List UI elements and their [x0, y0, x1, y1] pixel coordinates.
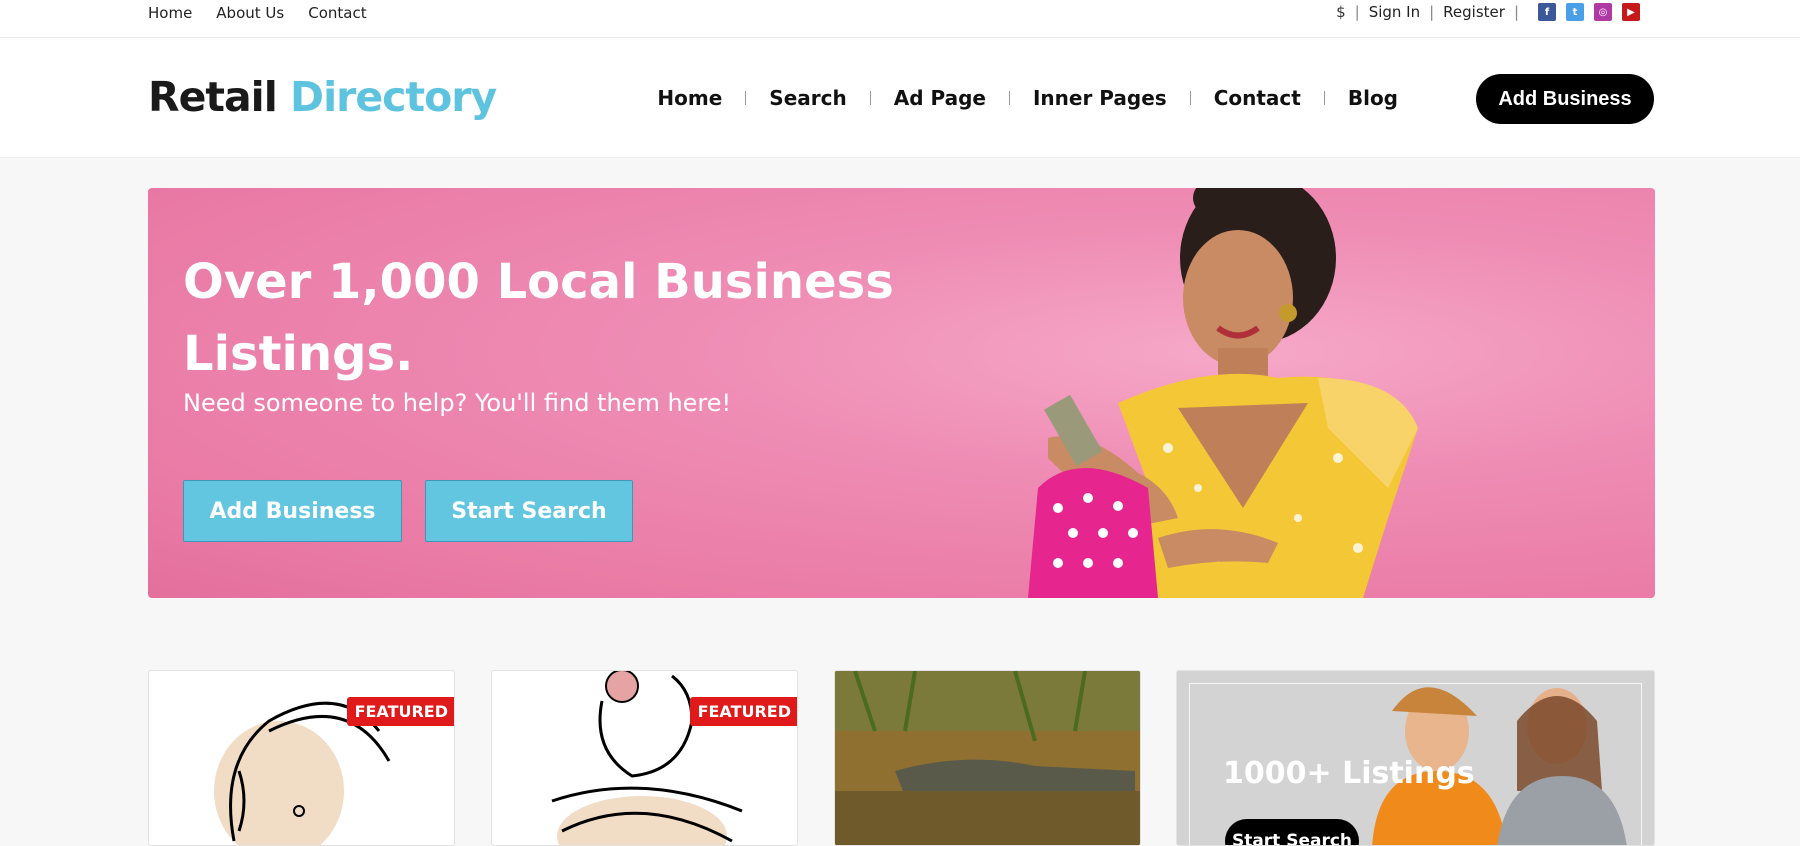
hero-subtitle: Need someone to help? You'll find them h…: [183, 389, 732, 417]
top-link-contact[interactable]: Contact: [308, 4, 366, 22]
site-logo[interactable]: Retail Directory: [148, 73, 497, 121]
nav-divider: [745, 91, 747, 105]
listing-card[interactable]: [834, 670, 1141, 846]
add-business-button[interactable]: Add Business: [1476, 74, 1654, 124]
nav-contact[interactable]: Contact: [1214, 86, 1301, 110]
register-link[interactable]: Register: [1443, 3, 1505, 21]
sign-in-link[interactable]: Sign In: [1369, 3, 1420, 21]
nav-search[interactable]: Search: [769, 86, 846, 110]
instagram-icon[interactable]: ◎: [1594, 3, 1612, 21]
top-links: Home About Us Contact: [148, 4, 367, 22]
currency-selector[interactable]: $: [1336, 3, 1346, 21]
divider: |: [1354, 3, 1360, 21]
promo-card[interactable]: 1000+ Listings Start Search: [1176, 670, 1655, 846]
divider: |: [1513, 3, 1519, 21]
promo-start-search-button[interactable]: Start Search: [1225, 819, 1359, 845]
hero-banner: Over 1,000 Local Business Listings. Need…: [148, 188, 1655, 598]
facebook-icon[interactable]: f: [1538, 3, 1556, 21]
hero-woman-image: [1028, 188, 1418, 598]
crocodile-photo: [835, 671, 1140, 845]
nav-blog[interactable]: Blog: [1348, 86, 1398, 110]
divider: |: [1429, 3, 1435, 21]
top-bar: Home About Us Contact $ | Sign In | Regi…: [0, 0, 1800, 38]
hero-title: Over 1,000 Local Business Listings.: [183, 254, 894, 382]
nav-divider: [869, 91, 871, 105]
nav-ad-page[interactable]: Ad Page: [894, 86, 986, 110]
logo-text-retail: Retail: [148, 73, 278, 121]
featured-badge: FEATURED: [689, 697, 797, 726]
nav-divider: [1008, 91, 1010, 105]
nav-inner-pages[interactable]: Inner Pages: [1033, 86, 1167, 110]
youtube-icon[interactable]: ▶: [1622, 3, 1640, 21]
top-account-area: $ | Sign In | Register | f t ◎ ▶: [1336, 3, 1640, 21]
top-link-home[interactable]: Home: [148, 4, 192, 22]
twitter-icon[interactable]: t: [1566, 3, 1584, 21]
logo-text-directory: Directory: [290, 73, 497, 121]
nav-divider: [1323, 91, 1325, 105]
top-link-about[interactable]: About Us: [216, 4, 284, 22]
listing-card[interactable]: FEATURED: [148, 670, 455, 846]
hero-start-search-button[interactable]: Start Search: [425, 480, 633, 542]
main-nav: Home Search Ad Page Inner Pages Contact …: [657, 86, 1398, 110]
main-header: Retail Directory Home Search Ad Page Inn…: [0, 38, 1800, 158]
promo-title: 1000+ Listings: [1223, 756, 1475, 791]
featured-badge: FEATURED: [346, 697, 454, 726]
hero-add-business-button[interactable]: Add Business: [183, 480, 402, 542]
listing-card[interactable]: FEATURED: [491, 670, 798, 846]
nav-divider: [1189, 91, 1191, 105]
nav-home[interactable]: Home: [657, 86, 722, 110]
